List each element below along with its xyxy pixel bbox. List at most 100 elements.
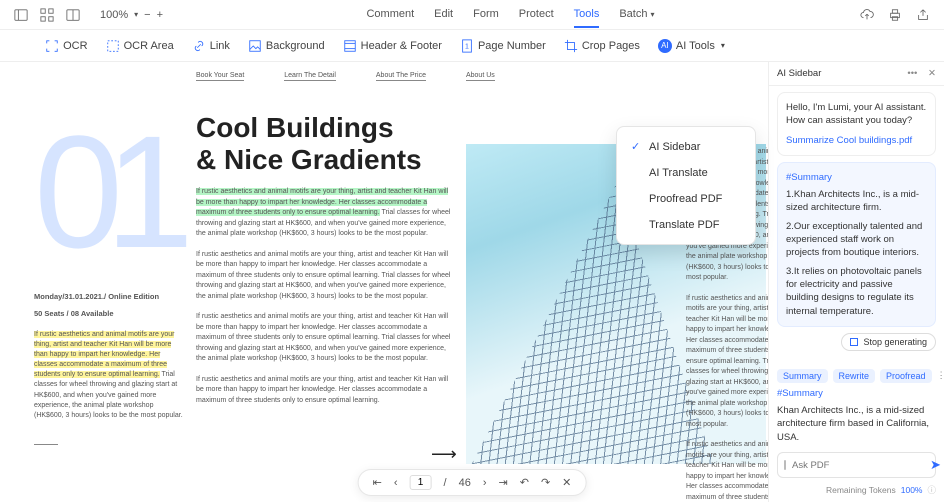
sidebar-toggle-icon[interactable] (12, 6, 30, 24)
page-navigator: ⇤ ‹ / 46 › ⇥ ↶ ↷ ✕ (358, 469, 587, 496)
tab-comment[interactable]: Comment (366, 2, 414, 28)
page-total: 46 (459, 477, 471, 489)
grid-view-icon[interactable] (38, 6, 56, 24)
stop-generating-button[interactable]: Stop generating (841, 333, 936, 351)
stop-row: Stop generating (777, 333, 936, 351)
dash-decoration (34, 444, 58, 445)
print-icon[interactable] (886, 6, 904, 24)
ai-sidebar-panel: AI Sidebar ••• ✕ Hello, I'm Lumi, your A… (768, 62, 944, 502)
page-input[interactable] (410, 475, 432, 490)
tab-protect[interactable]: Protect (519, 2, 554, 28)
more-icon[interactable]: ••• (907, 68, 917, 79)
nav-book[interactable]: Book Your Seat (196, 72, 244, 81)
highlight-yellow: If rustic aesthetics and animal motifs a… (34, 331, 174, 379)
ai-tools-button[interactable]: AIAI Tools▾ (652, 36, 731, 56)
nav-learn[interactable]: Learn The Detail (284, 72, 336, 81)
chevron-down-icon: ▾ (651, 10, 655, 19)
first-page-icon[interactable]: ⇤ (373, 476, 382, 489)
stop-label: Stop generating (863, 337, 927, 347)
summary-hash: #Summary (786, 171, 927, 184)
chip-summary[interactable]: Summary (777, 369, 828, 383)
ocr-area-button[interactable]: OCR Area (100, 36, 180, 56)
menu-translate-pdf-label: Translate PDF (649, 219, 720, 231)
body-p4: If rustic aesthetics and animal motifs a… (196, 375, 456, 407)
page-sep: / (444, 477, 447, 489)
ai-sidebar-title: AI Sidebar (777, 68, 821, 79)
col1-tail: Trial classes for wheel throwing and gla… (34, 371, 183, 419)
menu-translate-pdf[interactable]: Translate PDF (617, 212, 755, 238)
menu-ai-translate[interactable]: AI Translate (617, 160, 755, 186)
chip-rewrite[interactable]: Rewrite (833, 369, 876, 383)
header-footer-icon (343, 39, 357, 53)
tab-edit[interactable]: Edit (434, 2, 453, 28)
ask-pdf-input[interactable] (792, 460, 924, 471)
close-nav-icon[interactable]: ✕ (562, 476, 571, 489)
prev-page-icon[interactable]: ‹ (394, 477, 398, 489)
heading-line-1: Cool Buildings (196, 112, 422, 144)
info-icon[interactable]: ⓘ (927, 484, 936, 496)
body-column: If rustic aesthetics and animal motifs a… (196, 187, 456, 416)
tab-tools[interactable]: Tools (574, 2, 600, 28)
header-footer-label: Header & Footer (361, 40, 442, 52)
share-icon[interactable] (914, 6, 932, 24)
ai-icon: AI (658, 39, 672, 53)
ocr-label: OCR (63, 40, 87, 52)
tools-ribbon: OCR OCR Area Link Background Header & Fo… (0, 30, 944, 62)
sidebar-column: Monday/31.01.2021./ Online Edition 50 Se… (34, 292, 184, 421)
ai-sidebar-header: AI Sidebar ••• ✕ (769, 62, 944, 86)
tab-batch[interactable]: Batch ▾ (619, 2, 654, 28)
zoom-value[interactable]: 100% (100, 9, 128, 21)
check-icon: ✓ (631, 140, 641, 153)
chip-proofread[interactable]: Proofread (880, 369, 932, 383)
next-arrow-icon[interactable]: ⟶ (431, 444, 457, 465)
result-title: #Summary (777, 387, 936, 400)
toolbar-left: 100% ▾ − + (12, 6, 163, 24)
zoom-out-button[interactable]: − (144, 9, 150, 21)
header-footer-button[interactable]: Header & Footer (337, 36, 448, 56)
menu-ai-sidebar[interactable]: ✓AI Sidebar (617, 133, 755, 160)
greeting-text: Hello, I'm Lumi, your AI assistant. How … (786, 101, 927, 128)
result-text: Khan Architects Inc., is a mid-sized arc… (777, 404, 936, 444)
close-icon[interactable]: ✕ (928, 68, 936, 79)
rotate-left-icon[interactable]: ↶ (520, 476, 529, 489)
rotate-right-icon[interactable]: ↷ (541, 476, 550, 489)
menu-proofread-label: Proofread PDF (649, 193, 722, 205)
zoom-in-button[interactable]: + (157, 9, 163, 21)
background-label: Background (266, 40, 325, 52)
ai-action-chips: Summary Rewrite Proofread ⋮ (769, 364, 944, 383)
next-page-icon[interactable]: › (483, 477, 487, 489)
ai-sidebar-actions: ••• ✕ (907, 68, 936, 79)
col3-p3: If rustic aesthetics and animal motifs a… (686, 440, 768, 502)
link-label: Link (210, 40, 230, 52)
chip-more-icon[interactable]: ⋮ (937, 370, 944, 381)
chevron-down-icon[interactable]: ▾ (134, 10, 138, 19)
token-status: Remaining Tokens 100% ⓘ (769, 480, 944, 502)
ai-sidebar-body: Hello, I'm Lumi, your AI assistant. How … (769, 86, 944, 364)
crop-pages-button[interactable]: Crop Pages (558, 36, 646, 56)
last-page-icon[interactable]: ⇥ (499, 476, 508, 489)
toolbar-right (858, 6, 932, 24)
menu-ai-translate-label: AI Translate (649, 167, 708, 179)
page-number-button[interactable]: 1 Page Number (454, 36, 552, 56)
nav-price[interactable]: About The Price (376, 72, 426, 81)
background-button[interactable]: Background (242, 36, 331, 56)
send-icon[interactable]: ➤ (930, 457, 941, 473)
content-area: Book Your Seat Learn The Detail About Th… (0, 62, 944, 502)
nav-about[interactable]: About Us (466, 72, 495, 81)
split-view-icon[interactable] (64, 6, 82, 24)
page-number-label: Page Number (478, 40, 546, 52)
menu-proofread-pdf[interactable]: Proofread PDF (617, 186, 755, 212)
tab-form[interactable]: Form (473, 2, 499, 28)
cloud-upload-icon[interactable] (858, 6, 876, 24)
crop-pages-label: Crop Pages (582, 40, 640, 52)
chevron-down-icon: ▾ (721, 41, 725, 50)
svg-text:1: 1 (465, 43, 469, 50)
link-button[interactable]: Link (186, 36, 236, 56)
zoom-control: 100% ▾ − + (100, 9, 163, 21)
checkbox-icon[interactable] (784, 460, 786, 470)
chapter-nav: Book Your Seat Learn The Detail About Th… (196, 72, 768, 81)
ai-greeting: Hello, I'm Lumi, your AI assistant. How … (777, 92, 936, 156)
summarize-file-link[interactable]: Summarize Cool buildings.pdf (786, 134, 927, 147)
top-tabs: Comment Edit Form Protect Tools Batch ▾ (366, 2, 654, 28)
ocr-button[interactable]: OCR (39, 36, 93, 56)
